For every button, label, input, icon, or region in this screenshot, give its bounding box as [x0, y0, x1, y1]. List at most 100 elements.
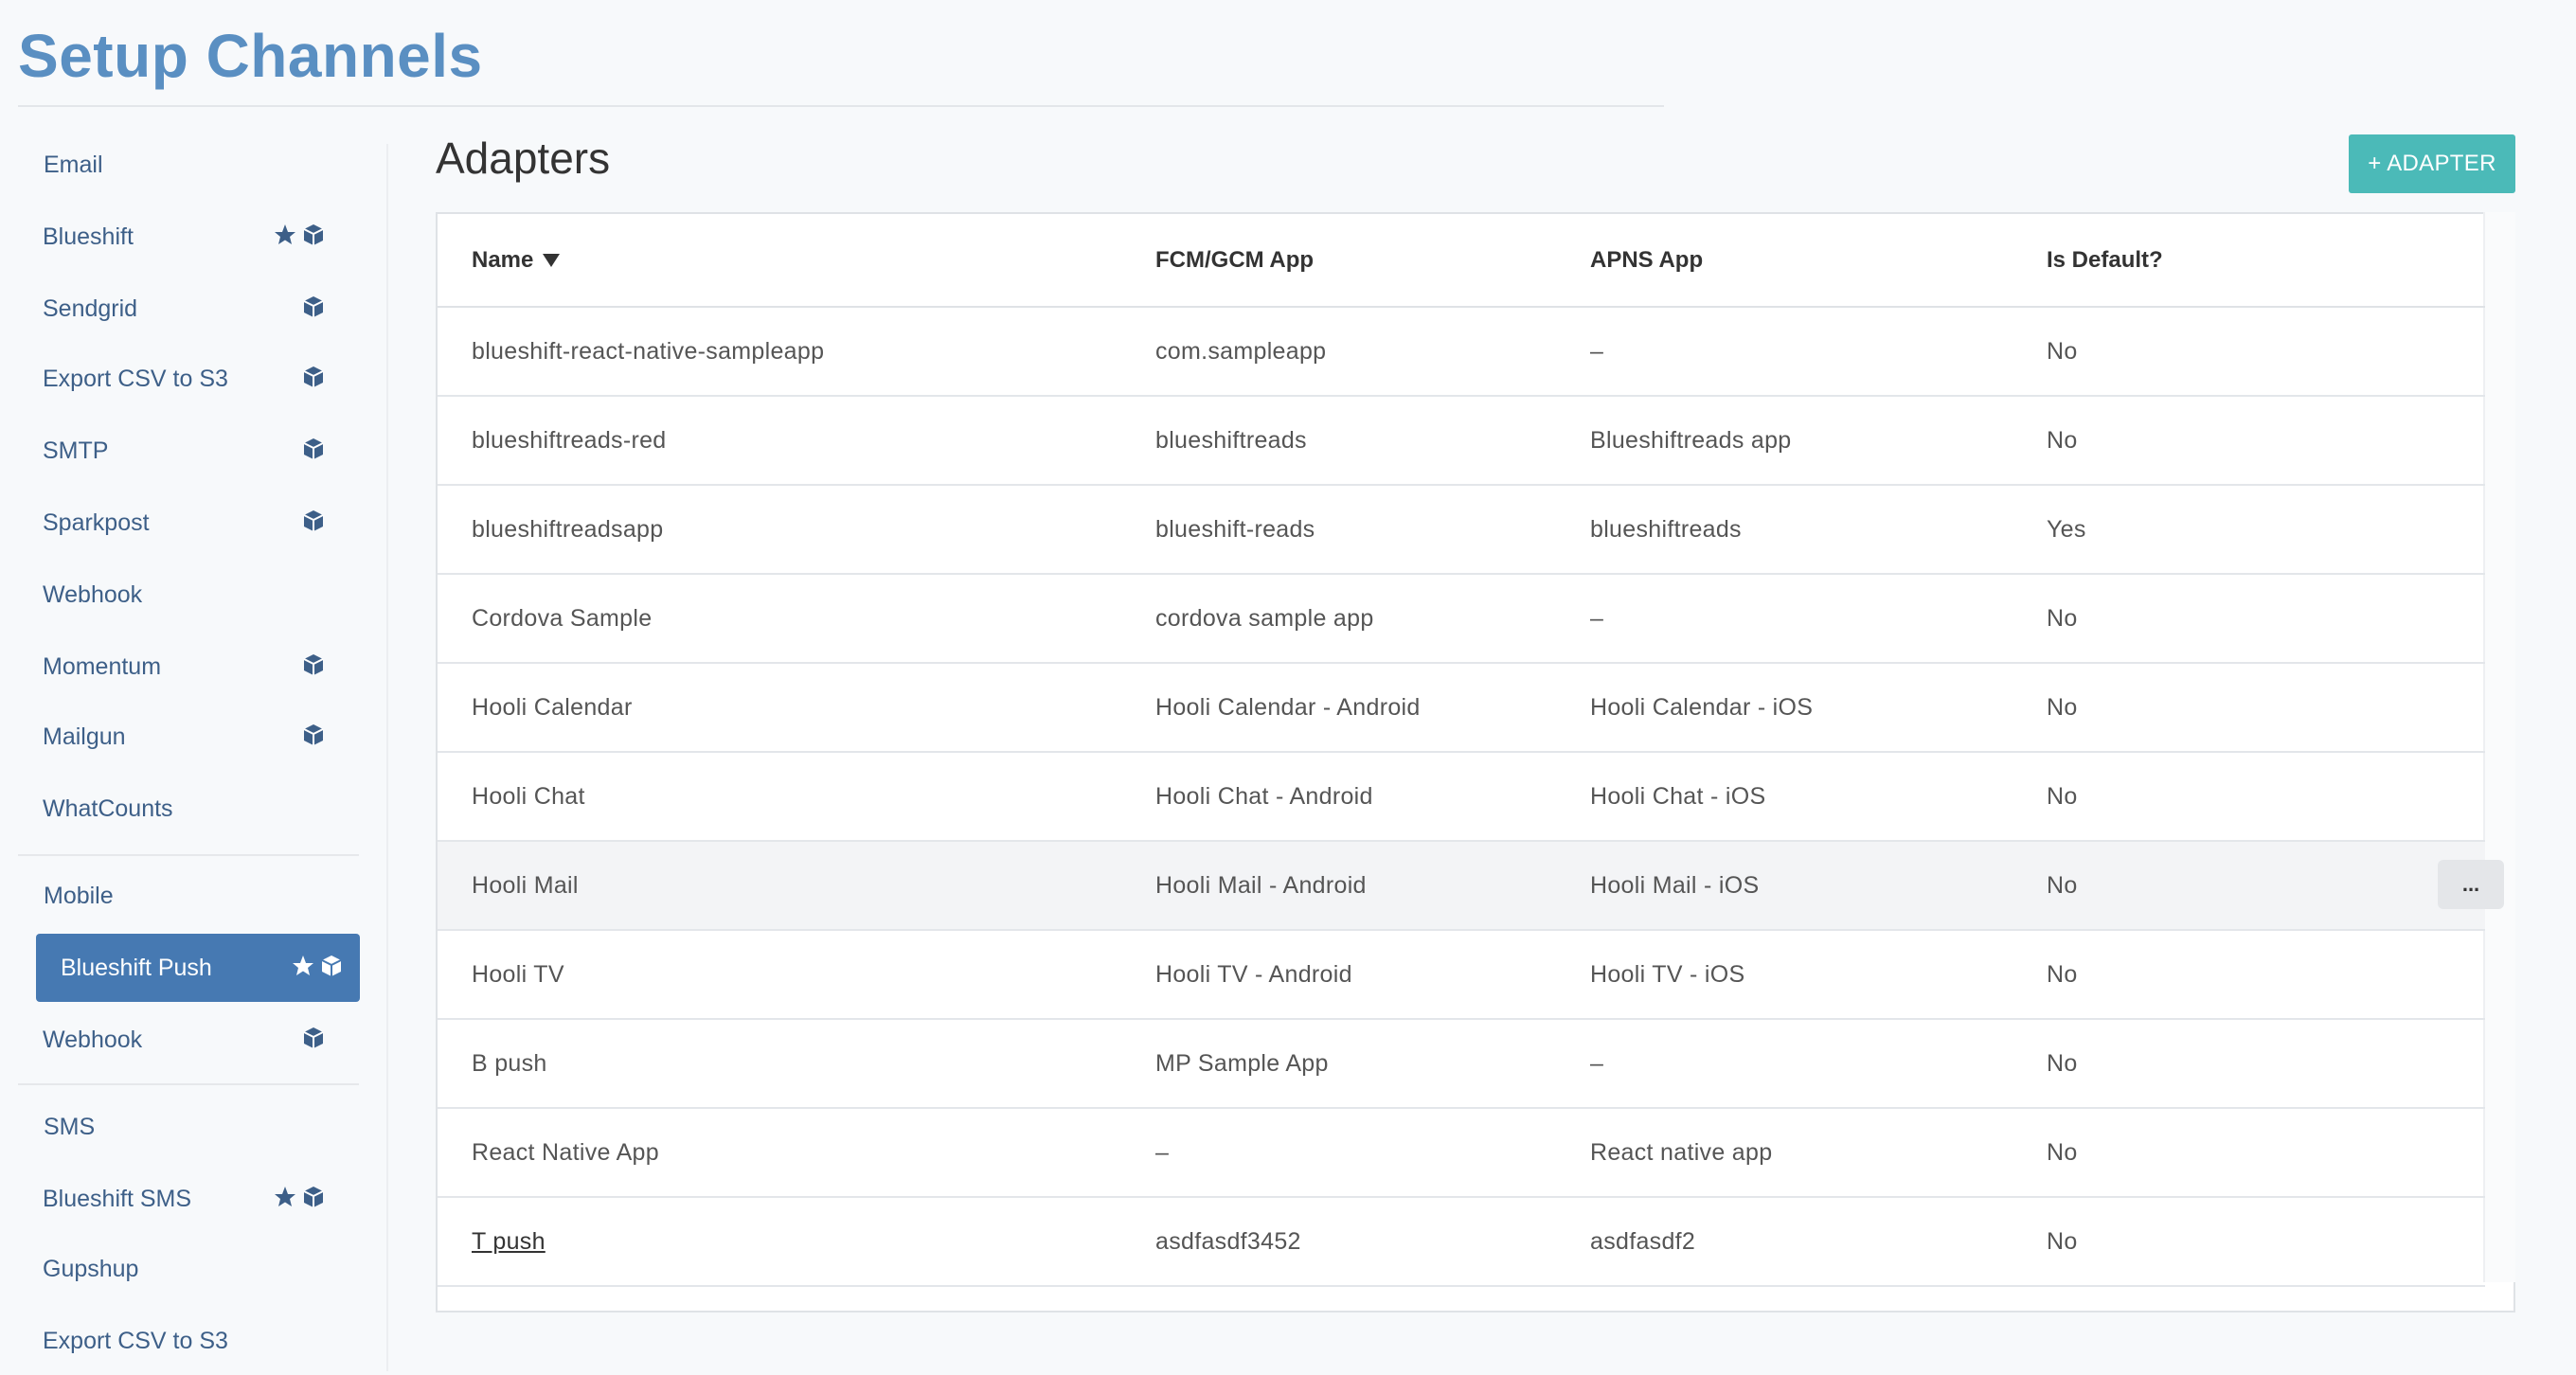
sidebar-item-smtp[interactable]: SMTP	[18, 417, 342, 485]
cell-apns-app: Hooli Mail - iOS	[1558, 841, 2012, 931]
cell-is-default: No	[2012, 663, 2485, 753]
cell-is-default: No	[2012, 841, 2485, 931]
sidebar-item-sparkpost[interactable]: Sparkpost	[18, 489, 342, 557]
sidebar-item-label: Blueshift Push	[61, 955, 212, 981]
cell-fcm-app: asdfasdf3452	[1120, 1197, 1558, 1287]
sidebar-group-mobile: Mobile	[44, 883, 114, 909]
cell-apns-app: –	[1558, 1019, 2012, 1109]
cell-name: Hooli TV	[438, 930, 1120, 1020]
cell-is-default: No	[2012, 752, 2485, 842]
cell-is-default: No	[2012, 396, 2485, 486]
sidebar-item-label: SMTP	[43, 438, 109, 464]
cell-name-link[interactable]: T push	[438, 1197, 1120, 1287]
cell-fcm-app: MP Sample App	[1120, 1019, 1558, 1109]
sidebar-item-blueshift[interactable]: Blueshift	[18, 203, 342, 271]
sidebar-item-label: Sendgrid	[43, 295, 138, 322]
sidebar-item-blueshift-push[interactable]: Blueshift Push	[36, 934, 360, 1002]
cell-is-default: No	[2012, 574, 2485, 664]
sidebar-item-whatcounts[interactable]: WhatCounts	[18, 775, 342, 843]
sidebar-item-label: Mailgun	[43, 723, 126, 750]
cell-apns-app: Hooli TV - iOS	[1558, 930, 2012, 1020]
star-icon	[292, 955, 314, 984]
table-row[interactable]: Hooli TV Hooli TV - Android Hooli TV - i…	[438, 930, 2485, 1020]
sidebar-group-email: Email	[44, 152, 103, 178]
table-row[interactable]: Hooli Mail Hooli Mail - Android Hooli Ma…	[438, 841, 2485, 931]
adapters-table: Name FCM/GCM App APNS App Is Default? bl…	[438, 214, 2485, 1287]
sidebar-item-mailgun[interactable]: Mailgun	[18, 703, 342, 771]
cell-apns-app: blueshiftreads	[1558, 485, 2012, 575]
sidebar-item-label: Blueshift SMS	[43, 1186, 192, 1212]
table-scrollbar[interactable]	[2483, 212, 2515, 1282]
title-divider	[18, 105, 1664, 107]
table-row[interactable]: blueshift-react-native-sampleapp com.sam…	[438, 307, 2485, 397]
sidebar-item-label: Gupshup	[43, 1256, 139, 1282]
table-row[interactable]: React Native App – React native app No	[438, 1108, 2485, 1198]
cell-name: blueshift-react-native-sampleapp	[438, 307, 1120, 397]
sidebar-divider	[386, 144, 388, 1371]
cell-apns-app: Blueshiftreads app	[1558, 396, 2012, 486]
cell-is-default: No	[2012, 930, 2485, 1020]
sidebar-item-label: Momentum	[43, 653, 162, 680]
add-adapter-button[interactable]: + ADAPTER	[2349, 134, 2515, 193]
sidebar-group-divider	[18, 854, 359, 856]
table-row[interactable]: T push asdfasdf3452 asdfasdf2 No	[438, 1197, 2485, 1287]
cell-name: Cordova Sample	[438, 574, 1120, 664]
sidebar-item-label: Webhook	[43, 1027, 143, 1053]
cube-icon	[302, 1186, 325, 1215]
sidebar-item-label: Sparkpost	[43, 509, 150, 536]
cell-is-default: Yes	[2012, 485, 2485, 575]
table-row[interactable]: Hooli Chat Hooli Chat - Android Hooli Ch…	[438, 752, 2485, 842]
sidebar-item-gupshup[interactable]: Gupshup	[18, 1235, 342, 1303]
cell-name: blueshiftreadsapp	[438, 485, 1120, 575]
cell-apns-app: –	[1558, 574, 2012, 664]
cell-fcm-app: blueshift-reads	[1120, 485, 1558, 575]
column-header-fcm-gcm-app[interactable]: FCM/GCM App	[1120, 214, 1558, 308]
table-row[interactable]: blueshiftreadsapp blueshift-reads bluesh…	[438, 485, 2485, 575]
table-row[interactable]: B push MP Sample App – No	[438, 1019, 2485, 1109]
cube-icon	[302, 723, 325, 753]
table-header-row: Name FCM/GCM App APNS App Is Default?	[438, 214, 2485, 308]
sidebar-item-momentum[interactable]: Momentum	[18, 633, 342, 701]
sidebar-item-sendgrid[interactable]: Sendgrid	[18, 275, 342, 343]
sidebar-item-label: Blueshift	[43, 223, 134, 250]
cell-apns-app: asdfasdf2	[1558, 1197, 2012, 1287]
cell-fcm-app: Hooli TV - Android	[1120, 930, 1558, 1020]
table-row[interactable]: Cordova Sample cordova sample app – No	[438, 574, 2485, 664]
column-header-is-default[interactable]: Is Default?	[2012, 214, 2485, 308]
table-row[interactable]: Hooli Calendar Hooli Calendar - Android …	[438, 663, 2485, 753]
cell-name: blueshiftreads-red	[438, 396, 1120, 486]
sidebar-group-sms: SMS	[44, 1114, 96, 1140]
cell-fcm-app: blueshiftreads	[1120, 396, 1558, 486]
cell-fcm-app: Hooli Mail - Android	[1120, 841, 1558, 931]
page-title: Setup Channels	[18, 22, 483, 90]
cell-is-default: No	[2012, 1197, 2485, 1287]
cell-apns-app: –	[1558, 307, 2012, 397]
cell-name: React Native App	[438, 1108, 1120, 1198]
cell-fcm-app: cordova sample app	[1120, 574, 1558, 664]
column-header-apns-app[interactable]: APNS App	[1558, 214, 2012, 308]
sidebar-item-sms-export-csv-to-s3[interactable]: Export CSV to S3	[18, 1307, 342, 1375]
adapters-title: Adapters	[436, 134, 611, 183]
cube-icon	[302, 653, 325, 683]
row-more-actions-button[interactable]: ...	[2438, 860, 2504, 909]
sidebar-item-label: WhatCounts	[43, 795, 173, 822]
cube-icon	[302, 366, 325, 395]
sidebar-item-label: Export CSV to S3	[43, 366, 228, 392]
table-row[interactable]: blueshiftreads-red blueshiftreads Bluesh…	[438, 396, 2485, 486]
star-icon	[274, 1186, 296, 1215]
cell-is-default: No	[2012, 307, 2485, 397]
sidebar-item-blueshift-sms[interactable]: Blueshift SMS	[18, 1165, 342, 1233]
cube-icon	[302, 509, 325, 539]
sidebar-item-mobile-webhook[interactable]: Webhook	[18, 1006, 342, 1074]
cube-icon	[302, 223, 325, 253]
cell-fcm-app: Hooli Calendar - Android	[1120, 663, 1558, 753]
star-icon	[274, 223, 296, 253]
column-header-name[interactable]: Name	[438, 214, 1120, 308]
cube-icon	[320, 955, 343, 984]
cell-fcm-app: Hooli Chat - Android	[1120, 752, 1558, 842]
sidebar-item-webhook[interactable]: Webhook	[18, 561, 342, 629]
sidebar-item-export-csv-to-s3[interactable]: Export CSV to S3	[18, 345, 342, 413]
cell-name: Hooli Chat	[438, 752, 1120, 842]
cube-icon	[302, 1027, 325, 1056]
cell-fcm-app: –	[1120, 1108, 1558, 1198]
